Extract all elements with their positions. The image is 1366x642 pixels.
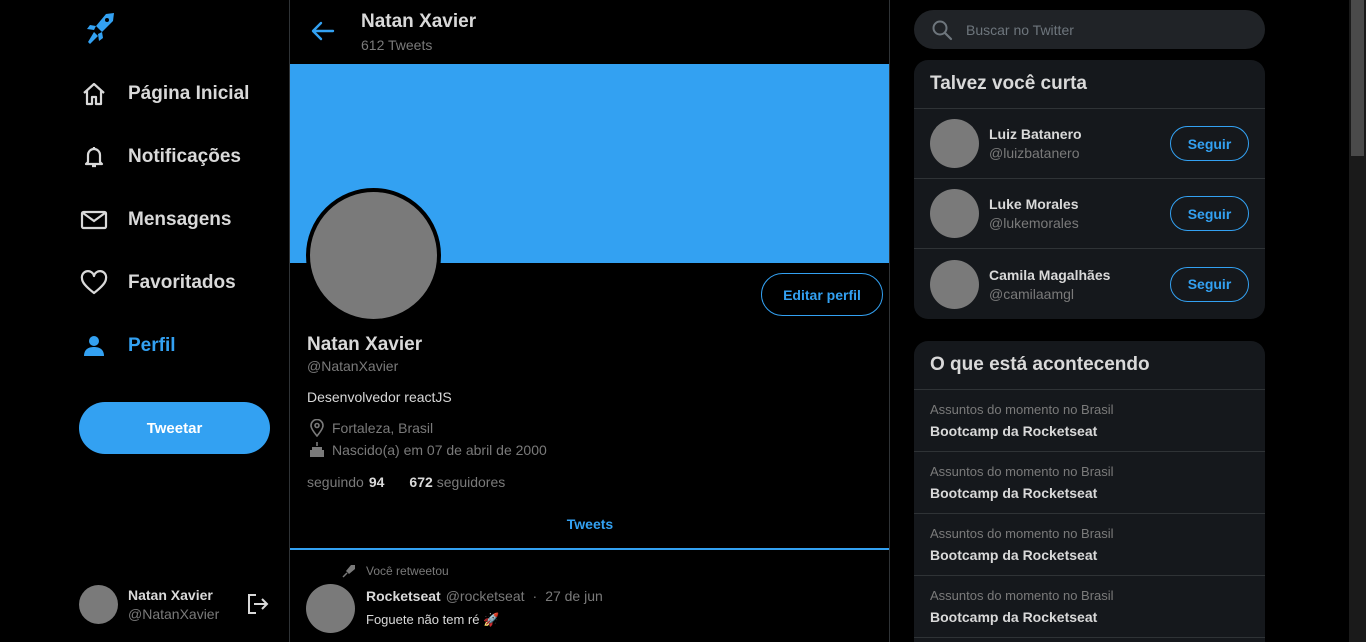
suggestion-item[interactable]: Luke Morales @lukemorales Seguir [914, 179, 1265, 249]
following-link[interactable]: seguindo 94 [307, 474, 388, 490]
profile-header: Natan Xavier 612 Tweets [290, 0, 889, 64]
page-scrollbar[interactable] [1349, 0, 1366, 642]
follow-stats: seguindo 94 672 seguidores [307, 474, 505, 490]
profile-column: Natan Xavier 612 Tweets Editar perfil Na… [289, 0, 890, 642]
followers-link[interactable]: 672 seguidores [404, 474, 505, 490]
nav-home-label: Página Inicial [128, 83, 250, 104]
tweet-date[interactable]: 27 de jun [545, 588, 603, 604]
avatar [79, 584, 118, 624]
nav-favorites-label: Favoritados [128, 272, 236, 293]
suggestion-handle: @lukemorales [989, 215, 1079, 231]
account-name: Natan Xavier [128, 586, 213, 603]
tweet-text: Foguete não tem ré 🚀 [366, 612, 500, 627]
page-title: Natan Xavier [361, 11, 477, 32]
profile-handle: @NatanXavier [307, 358, 399, 374]
tweet-separator: · [532, 588, 538, 604]
follow-button[interactable]: Seguir [1170, 126, 1249, 161]
trend-context: Assuntos do momento no Brasil [930, 402, 1114, 417]
suggestion-item[interactable]: Camila Magalhães @camilaamgl Seguir [914, 249, 1265, 319]
tweet-header: Rocketseat @rocketseat · 27 de jun [366, 588, 603, 604]
followers-count: 672 [409, 474, 433, 490]
profile-bio: Desenvolvedor reactJS [307, 389, 452, 405]
location-text: Fortaleza, Brasil [332, 420, 434, 436]
trend-item[interactable]: Assuntos do momento no Brasil Bootcamp d… [914, 576, 1265, 638]
trend-topic: Bootcamp da Rocketseat [930, 609, 1098, 625]
profile-birthdate: Nascido(a) em 07 de abril de 2000 [307, 440, 547, 460]
suggestion-handle: @luizbatanero [989, 145, 1080, 161]
logout-icon[interactable] [246, 592, 270, 616]
retweet-indicator: Você retweetou [342, 564, 449, 578]
rocket-logo-icon[interactable] [84, 12, 116, 46]
trend-item[interactable]: Assuntos do momento no Brasil Bootcamp d… [914, 514, 1265, 576]
trend-topic: Bootcamp da Rocketseat [930, 485, 1098, 501]
search-input[interactable] [966, 21, 1246, 38]
trend-topic: Bootcamp da Rocketseat [930, 423, 1098, 439]
follow-button[interactable]: Seguir [1170, 196, 1249, 231]
birthdate-text: Nascido(a) em 07 de abril de 2000 [332, 442, 547, 458]
nav-home[interactable]: Página Inicial [80, 74, 249, 114]
bell-icon [80, 143, 108, 171]
scrollbar-thumb[interactable] [1351, 0, 1364, 156]
nav-messages-label: Mensagens [128, 209, 232, 230]
account-switcher[interactable]: Natan Xavier @NatanXavier [79, 584, 274, 624]
follow-button[interactable]: Seguir [1170, 266, 1249, 302]
profile-location: Fortaleza, Brasil [307, 418, 433, 438]
nav-profile[interactable]: Perfil [80, 326, 176, 366]
trend-item[interactable]: Assuntos do momento no Brasil Bootcamp d… [914, 452, 1265, 514]
mail-icon [80, 206, 108, 234]
followers-label: seguidores [436, 474, 506, 490]
trend-context: Assuntos do momento no Brasil [930, 464, 1114, 479]
tweet-avatar[interactable] [306, 584, 355, 633]
suggestion-name: Camila Magalhães [989, 266, 1111, 283]
trend-topic: Bootcamp da Rocketseat [930, 547, 1098, 563]
avatar [930, 119, 979, 168]
trend-item[interactable]: Assuntos do momento no Brasil Bootcamp d… [914, 390, 1265, 452]
left-sidebar: Página Inicial Notificações Mensagens Fa… [0, 0, 289, 642]
trend-context: Assuntos do momento no Brasil [930, 526, 1114, 541]
birthday-cake-icon [307, 440, 327, 460]
heart-icon [80, 269, 108, 297]
following-label: seguindo [307, 474, 364, 490]
following-count: 94 [368, 474, 385, 490]
trend-context: Assuntos do momento no Brasil [930, 588, 1114, 603]
avatar [930, 259, 979, 309]
tweet-count: 612 Tweets [361, 37, 433, 53]
trends-title: O que está acontecendo [914, 341, 1265, 390]
who-to-follow-title: Talvez você curta [914, 60, 1265, 109]
profile-avatar[interactable] [306, 188, 441, 323]
suggestion-handle: @camilaamgl [989, 285, 1075, 302]
nav-profile-label: Perfil [128, 335, 176, 356]
rocket-retweet-icon [342, 565, 355, 578]
back-arrow-icon[interactable] [310, 18, 336, 44]
edit-profile-button[interactable]: Editar perfil [761, 273, 883, 316]
home-icon [80, 80, 108, 108]
tweet-button[interactable]: Tweetar [79, 402, 270, 454]
search-bar[interactable] [914, 10, 1265, 49]
profile-name: Natan Xavier [307, 334, 423, 355]
nav-messages[interactable]: Mensagens [80, 200, 231, 240]
suggestion-name: Luiz Batanero [989, 126, 1082, 142]
who-to-follow-card: Talvez você curta Luiz Batanero @luizbat… [914, 60, 1265, 319]
suggestion-item[interactable]: Luiz Batanero @luizbatanero Seguir [914, 109, 1265, 179]
tweet-author[interactable]: Rocketseat [366, 588, 441, 604]
person-icon [80, 332, 108, 360]
search-icon [932, 20, 953, 40]
retweet-label: Você retweetou [366, 564, 449, 578]
account-handle: @NatanXavier [128, 605, 220, 622]
nav-notifications[interactable]: Notificações [80, 137, 241, 177]
nav-notifications-label: Notificações [128, 146, 241, 167]
tab-tweets[interactable]: Tweets [290, 500, 889, 550]
tweet-handle[interactable]: @rocketseat [446, 588, 525, 604]
trends-card: O que está acontecendo Assuntos do momen… [914, 341, 1265, 642]
nav-favorites[interactable]: Favoritados [80, 263, 236, 303]
suggestion-name: Luke Morales [989, 196, 1079, 212]
location-pin-icon [307, 418, 327, 438]
avatar [930, 189, 979, 238]
